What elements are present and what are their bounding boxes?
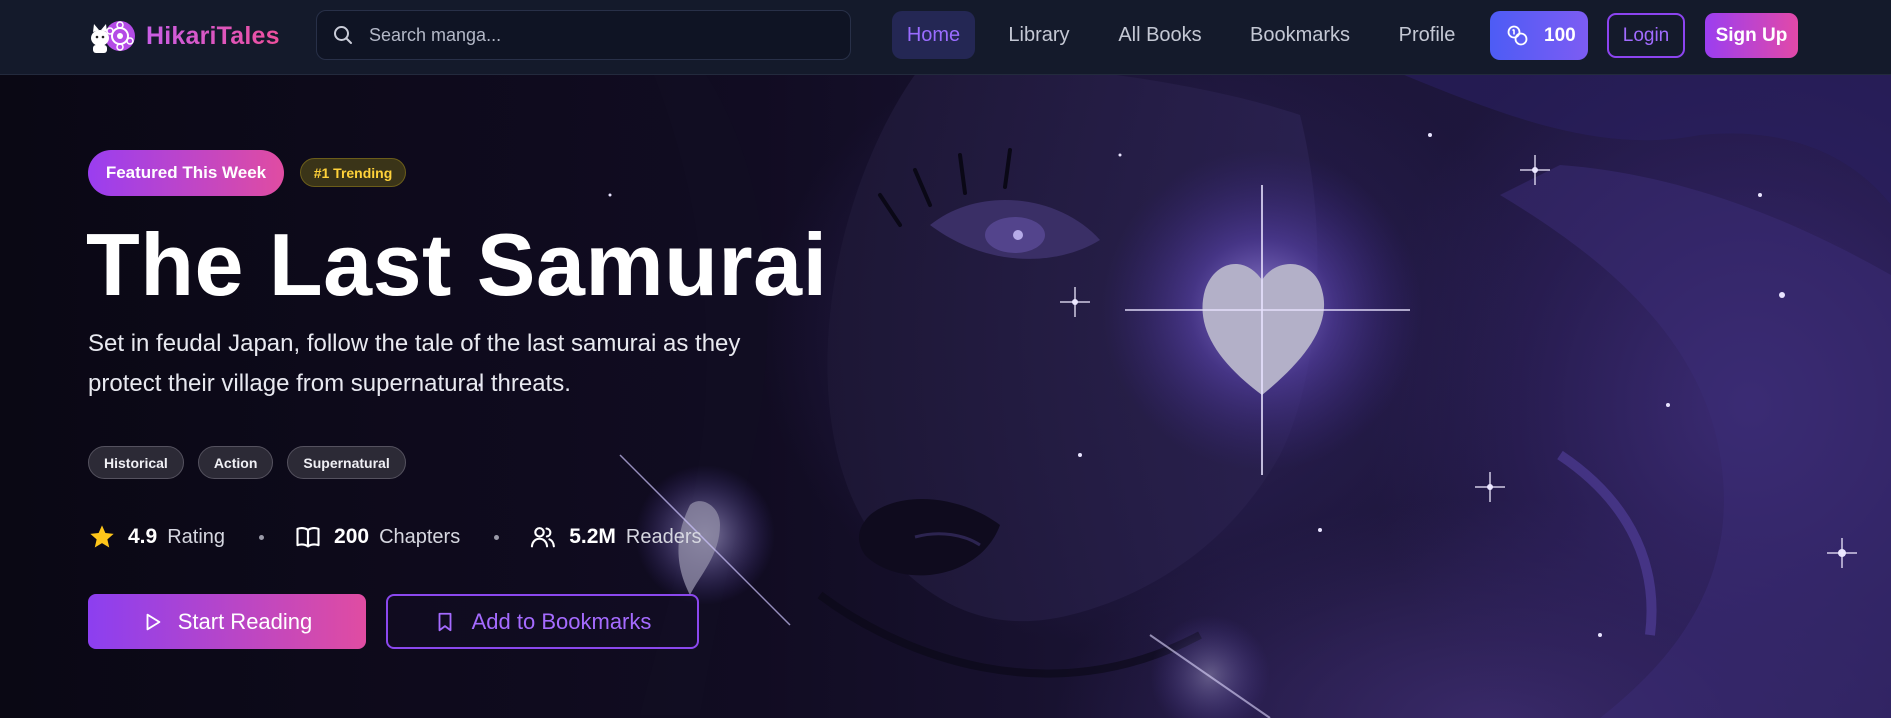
stat-rating: 4.9 Rating (88, 520, 225, 554)
featured-badge: Featured This Week (88, 150, 284, 196)
top-navbar: HikariTales Home Library All Books Bookm… (0, 0, 1891, 75)
play-icon (146, 613, 161, 630)
add-to-bookmarks-button[interactable]: Add to Bookmarks (386, 594, 699, 649)
search-bar[interactable] (316, 10, 851, 60)
genre-tag-historical[interactable]: Historical (88, 446, 184, 479)
brand-name: HikariTales (146, 21, 280, 50)
star-icon (90, 525, 114, 548)
coins-balance[interactable]: 100 (1490, 11, 1588, 60)
brand-logo[interactable]: HikariTales (88, 16, 280, 56)
bookmark-icon (438, 612, 452, 631)
nav-all-books[interactable]: All Books (1112, 11, 1208, 59)
start-reading-button[interactable]: Start Reading (88, 594, 366, 649)
chapters-label: Chapters (379, 525, 461, 548)
nav-home[interactable]: Home (892, 11, 975, 59)
nav-library[interactable]: Library (996, 11, 1082, 59)
featured-title: The Last Samurai (86, 215, 828, 314)
chapters-value: 200 (334, 525, 370, 548)
readers-value: 5.2M (569, 525, 616, 548)
rating-value: 4.9 (128, 525, 158, 548)
genre-tag-supernatural[interactable]: Supernatural (287, 446, 406, 479)
trending-badge: #1 Trending (300, 158, 406, 187)
readers-label: Readers (625, 525, 702, 548)
nav-bookmarks[interactable]: Bookmarks (1244, 11, 1356, 59)
book-icon (296, 527, 320, 548)
featured-description: Set in feudal Japan, follow the tale of … (88, 330, 741, 397)
users-icon (531, 527, 556, 548)
stat-chapters: 200 Chapters (294, 520, 460, 554)
stat-separator (259, 534, 265, 540)
add-to-bookmarks-label: Add to Bookmarks (471, 608, 652, 634)
signup-button[interactable]: Sign Up (1705, 13, 1798, 58)
search-input[interactable] (369, 24, 839, 46)
coins-value: 100 (1544, 24, 1576, 46)
stat-readers: 5.2M Readers (529, 520, 702, 554)
featured-hero: Featured This Week #1 Trending The Last … (0, 75, 1891, 718)
stat-separator (494, 534, 500, 540)
start-reading-label: Start Reading (177, 608, 313, 634)
logo-icon (91, 21, 135, 53)
genre-tags: Historical Action Supernatural (88, 446, 406, 479)
login-button[interactable]: Login (1607, 13, 1685, 58)
genre-tag-action[interactable]: Action (197, 446, 274, 479)
nav-profile[interactable]: Profile (1392, 11, 1462, 59)
rating-label: Rating (167, 525, 226, 548)
featured-stats: 4.9 Rating 200 Chapters 5.2M Readers (88, 520, 702, 554)
search-icon (334, 26, 352, 44)
coins-icon (1507, 25, 1528, 45)
